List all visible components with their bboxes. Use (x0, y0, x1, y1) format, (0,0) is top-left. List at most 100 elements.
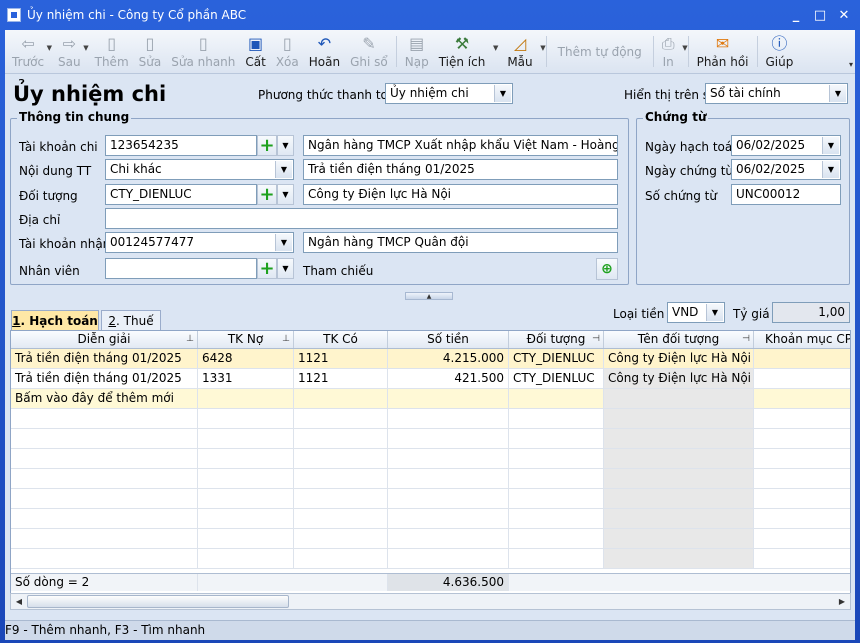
minimize-icon[interactable]: _ (785, 6, 807, 24)
cell-amount[interactable]: 421.500 (388, 369, 509, 388)
new-row[interactable]: Bấm vào đây để thêm mới (11, 389, 850, 409)
horizontal-scrollbar[interactable]: ◀ ▶ (10, 593, 851, 610)
address-input[interactable] (105, 208, 618, 229)
reference-search-button[interactable]: ⊕ (596, 258, 618, 280)
collapse-splitter[interactable]: ▲ (405, 292, 453, 300)
close-icon[interactable]: ✕ (833, 6, 855, 24)
pin-icon[interactable]: ⊥ (186, 331, 194, 348)
cell-debit[interactable]: 6428 (198, 349, 294, 368)
chevron-down-icon[interactable]: ▼ (277, 184, 294, 205)
cell-credit[interactable]: 1121 (294, 349, 388, 368)
delete-button[interactable]: ▯ Xóa (271, 30, 304, 73)
scroll-right-icon[interactable]: ▶ (834, 594, 850, 609)
currency-select[interactable]: VND ▼ (667, 302, 725, 323)
col-object[interactable]: Đối tượng ⊣ (509, 331, 604, 348)
tab-accounting[interactable]: 1. Hạch toán (11, 310, 99, 331)
chevron-down-icon[interactable]: ▼ (275, 161, 292, 178)
chevron-down-icon[interactable]: ▼ (493, 44, 498, 52)
table-row[interactable]: Trả tiền điện tháng 01/2025 6428 1121 4.… (11, 349, 850, 369)
pin-icon[interactable]: ⊣ (742, 331, 750, 348)
post-button[interactable]: ✎ Ghi sổ (345, 30, 393, 73)
chevron-down-icon[interactable]: ▼ (829, 85, 846, 102)
chevron-down-icon[interactable]: ▼ (822, 137, 839, 154)
pin-icon[interactable]: ⊣ (592, 331, 600, 348)
object-input[interactable]: CTY_DIENLUC (105, 184, 257, 205)
col-description[interactable]: Diễn giải ⊥ (11, 331, 198, 348)
tools-button[interactable]: ⚒ Tiện ích ▼ (434, 30, 499, 73)
help-icon: ⓘ (771, 34, 788, 53)
chevron-down-icon[interactable]: ▼ (540, 44, 545, 52)
toolbar-overflow-icon[interactable]: ▾ (849, 60, 853, 69)
cell-description[interactable]: Trả tiền điện tháng 01/2025 (11, 349, 198, 368)
tab-accounting-key: 1 (12, 314, 21, 328)
accounting-grid[interactable]: Diễn giải ⊥ TK Nợ ⊥ TK Có Số tiền Đối tượn… (10, 330, 851, 595)
voucher-no-input[interactable]: UNC00012 (731, 184, 841, 205)
scroll-thumb[interactable] (27, 595, 289, 608)
quick-edit-button[interactable]: ▯ Sửa nhanh (166, 30, 240, 73)
staff-input[interactable] (105, 258, 257, 279)
cell-description[interactable]: Trả tiền điện tháng 01/2025 (11, 369, 198, 388)
print-button[interactable]: ⎙ In ▼ (657, 30, 688, 73)
cell-empty[interactable] (388, 389, 509, 408)
cell-object[interactable]: CTY_DIENLUC (509, 349, 604, 368)
cell-amount[interactable]: 4.215.000 (388, 349, 509, 368)
chevron-down-icon[interactable]: ▼ (277, 258, 294, 279)
ledger-select[interactable]: Sổ tài chính ▼ (705, 83, 848, 104)
chevron-down-icon[interactable]: ▼ (83, 44, 88, 52)
pin-icon[interactable]: ⊥ (282, 331, 290, 348)
cell-empty[interactable] (198, 389, 294, 408)
col-credit[interactable]: TK Có (294, 331, 388, 348)
edit-button[interactable]: ▯ Sửa (134, 30, 167, 73)
chevron-down-icon[interactable]: ▼ (275, 234, 292, 251)
rate-input[interactable]: 1,00 (772, 302, 850, 323)
cell-empty[interactable] (754, 389, 850, 408)
recv-account-select[interactable]: 00124577477 ▼ (105, 232, 294, 253)
cell-credit[interactable]: 1121 (294, 369, 388, 388)
col-object-name[interactable]: Tên đối tượng ⊣ (604, 331, 754, 348)
add-object-button[interactable]: + (257, 184, 277, 205)
account-bank-input[interactable]: Ngân hàng TMCP Xuất nhập khẩu Việt Nam -… (303, 135, 618, 156)
cell-cost-item[interactable] (754, 369, 850, 388)
content-select[interactable]: Chi khác ▼ (105, 159, 294, 180)
grid-footer: Số dòng = 2 4.636.500 (11, 573, 850, 591)
chevron-down-icon[interactable]: ▼ (277, 135, 294, 156)
table-row[interactable]: Trả tiền điện tháng 01/2025 1331 1121 42… (11, 369, 850, 389)
cell-debit[interactable]: 1331 (198, 369, 294, 388)
prev-label: Trước (12, 55, 45, 69)
reload-button[interactable]: ▤ Nạp (400, 30, 434, 73)
cell-empty[interactable] (509, 389, 604, 408)
scroll-left-icon[interactable]: ◀ (11, 594, 27, 609)
next-button[interactable]: ⇨ Sau ▼ (53, 30, 89, 73)
feedback-button[interactable]: ✉ Phản hồi (692, 30, 754, 73)
object-name-input[interactable]: Công ty Điện lực Hà Nội (303, 184, 618, 205)
template-button[interactable]: ◿ Mẫu ▼ (502, 30, 545, 73)
undo-button[interactable]: ↶ Hoãn (304, 30, 345, 73)
chevron-down-icon[interactable]: ▼ (494, 85, 511, 102)
content-desc-input[interactable]: Trả tiền điện tháng 01/2025 (303, 159, 618, 180)
save-button[interactable]: ▣ Cất (240, 30, 270, 73)
col-cost-item[interactable]: Khoản mục CP (754, 331, 850, 348)
cell-empty[interactable] (294, 389, 388, 408)
new-row-hint[interactable]: Bấm vào đây để thêm mới (11, 389, 198, 408)
add-staff-button[interactable]: + (257, 258, 277, 279)
account-input[interactable]: 123654235 (105, 135, 257, 156)
add-account-button[interactable]: + (257, 135, 277, 156)
chevron-down-icon[interactable]: ▼ (47, 44, 52, 52)
prev-button[interactable]: ⇦ Trước ▼ (7, 30, 52, 73)
payment-method-select[interactable]: Ủy nhiệm chi ▼ (385, 83, 513, 104)
help-button[interactable]: ⓘ Giúp (761, 30, 799, 73)
recv-bank-input[interactable]: Ngân hàng TMCP Quân đội (303, 232, 618, 253)
col-amount[interactable]: Số tiền (388, 331, 509, 348)
voucher-date-picker[interactable]: 06/02/2025 ▼ (731, 159, 841, 180)
add-button[interactable]: ▯ Thêm (90, 30, 134, 73)
col-debit[interactable]: TK Nợ ⊥ (198, 331, 294, 348)
cell-object[interactable]: CTY_DIENLUC (509, 369, 604, 388)
cell-cost-item[interactable] (754, 349, 850, 368)
maximize-icon[interactable]: □ (809, 6, 831, 24)
posting-date-picker[interactable]: 06/02/2025 ▼ (731, 135, 841, 156)
auto-add-button[interactable]: Thêm tự động (550, 30, 650, 73)
chevron-down-icon[interactable]: ▼ (706, 304, 723, 321)
chevron-down-icon[interactable]: ▼ (682, 44, 687, 52)
chevron-down-icon[interactable]: ▼ (822, 161, 839, 178)
tab-tax[interactable]: 2. Thuế (101, 310, 161, 330)
